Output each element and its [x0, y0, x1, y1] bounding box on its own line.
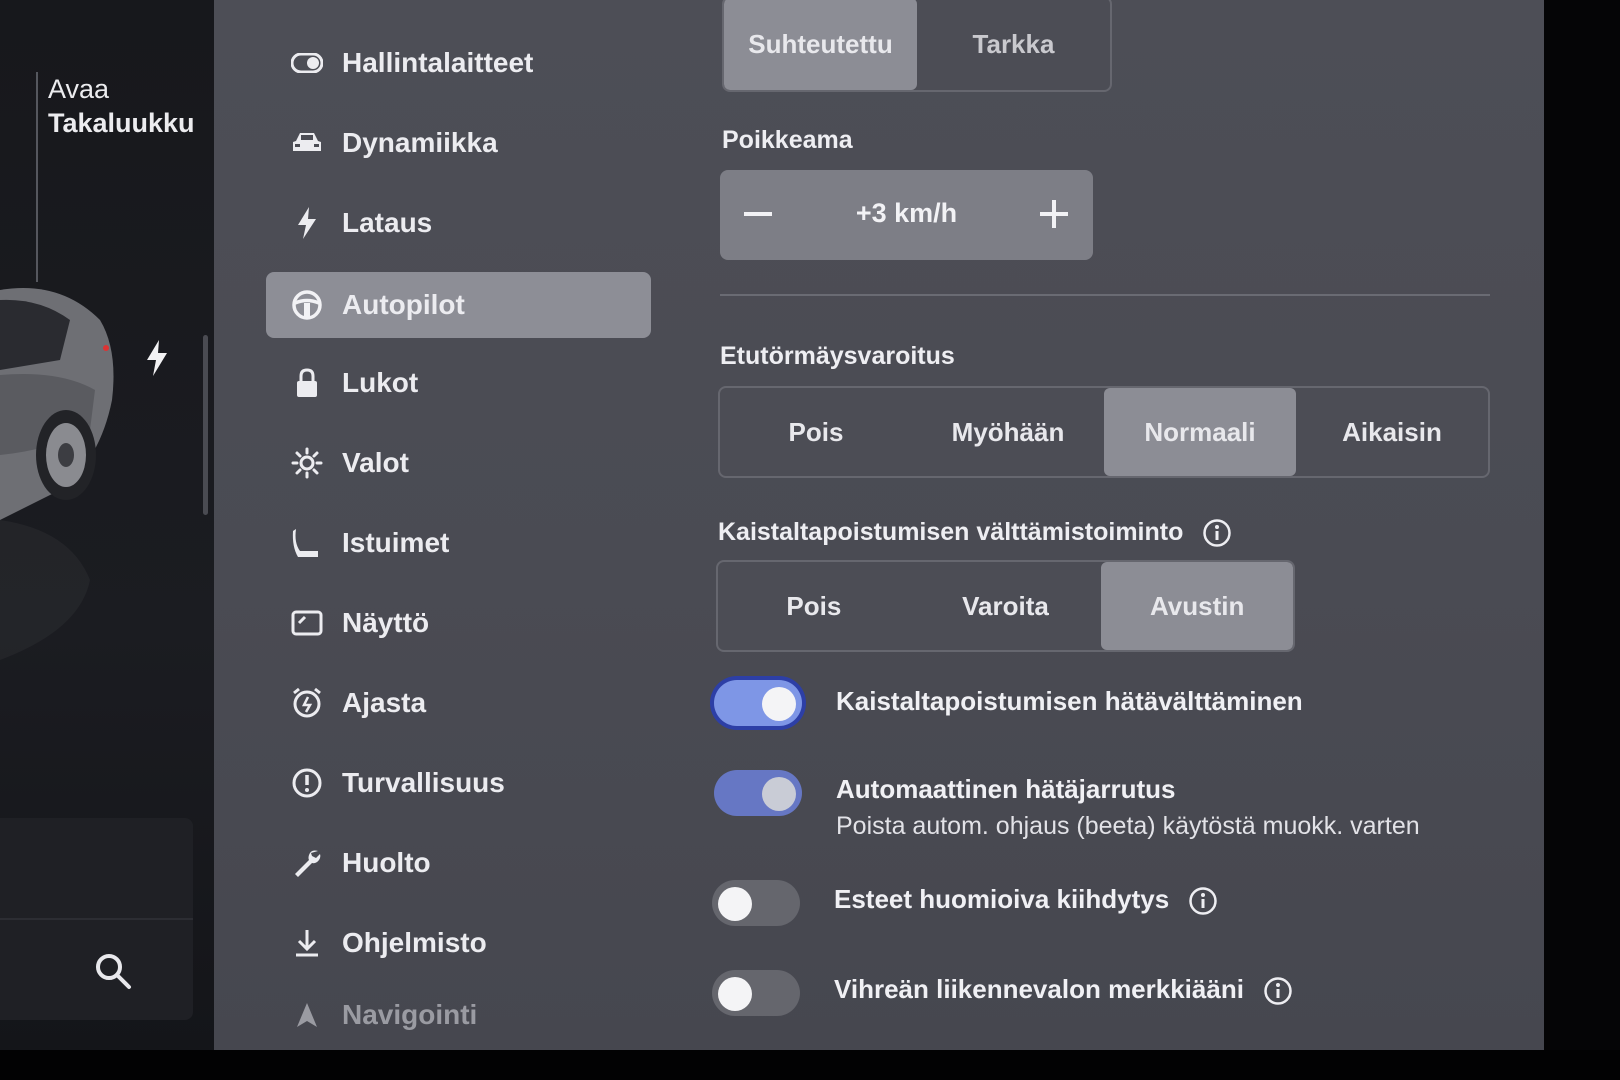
open-trunk-button[interactable]: Avaa Takaluukku: [48, 72, 195, 140]
menu-item-label: Lukot: [342, 367, 419, 398]
alarm-clock-icon: [290, 686, 324, 720]
forward-collision-selector: Pois Myöhään Normaali Aikaisin: [718, 386, 1490, 478]
menu-item-naytto[interactable]: Näyttö: [266, 590, 651, 656]
menu-item-ohjelmisto[interactable]: Ohjelmisto: [266, 910, 651, 976]
lane-departure-title: Kaistaltapoistumisen välttämistoiminto: [718, 518, 1184, 546]
menu-item-label: Valot: [342, 447, 409, 478]
offset-stepper: +3 km/h: [720, 170, 1093, 260]
toggle-knob: [718, 887, 752, 921]
alert-circle-icon: [290, 766, 324, 800]
navigation-arrow-icon: [290, 998, 324, 1032]
menu-item-label: Ajasta: [342, 687, 427, 718]
menu-item-label: Huolto: [342, 847, 431, 878]
automatic-emergency-braking-label: Automaattinen hätäjarrutus: [836, 774, 1176, 804]
steering-wheel-icon: [290, 288, 324, 322]
obstacle-aware-acceleration-toggle[interactable]: [712, 880, 800, 926]
forward-collision-title: Etutörmäysvaroitus: [720, 342, 955, 370]
charging-bolt-icon: [147, 340, 167, 376]
obstacle-aware-acceleration-row: Esteet huomioiva kiihdytys: [834, 884, 1218, 916]
fcw-option-off[interactable]: Pois: [720, 388, 912, 476]
green-light-chime-row: Vihreän liikennevalon merkkiääni: [834, 974, 1293, 1006]
menu-item-turvallisuus[interactable]: Turvallisuus: [266, 750, 651, 816]
car-icon: [290, 126, 324, 160]
panel-scrollbar: [203, 335, 208, 515]
emergency-lane-departure-toggle[interactable]: [714, 680, 802, 726]
menu-item-label: Navigointi: [342, 999, 478, 1030]
menu-item-valot[interactable]: Valot: [266, 430, 651, 496]
green-light-chime-toggle[interactable]: [712, 970, 800, 1016]
menu-item-label: Dynamiikka: [342, 127, 498, 158]
lane-departure-selector: Pois Varoita Avustin: [716, 560, 1295, 652]
obstacle-aware-acceleration-label: Esteet huomioiva kiihdytys: [834, 884, 1170, 914]
search-icon[interactable]: [94, 952, 132, 990]
fcw-option-late[interactable]: Myöhään: [912, 388, 1104, 476]
trunk-pointer-line: [36, 72, 38, 282]
speed-limit-mode-selector: Suhteutettu Tarkka: [722, 0, 1112, 92]
info-icon[interactable]: [1202, 518, 1232, 548]
toggle-icon: [290, 46, 324, 80]
download-icon: [290, 926, 324, 960]
seat-icon: [290, 526, 324, 560]
automatic-emergency-braking-note: Poista autom. ohjaus (beeta) käytöstä mu…: [836, 812, 1420, 840]
automatic-emergency-braking-toggle[interactable]: [714, 770, 802, 816]
toggle-knob: [718, 977, 752, 1011]
menu-item-label: Hallintalaitteet: [342, 47, 534, 78]
lock-icon: [290, 366, 324, 400]
wrench-icon: [290, 846, 324, 880]
toggle-knob: [762, 687, 796, 721]
menu-item-lukot[interactable]: Lukot: [266, 350, 651, 416]
menu-item-label: Lataus: [342, 207, 433, 238]
emergency-lane-departure-label: Kaistaltapoistumisen hätävälttäminen: [836, 686, 1303, 716]
lda-option-off[interactable]: Pois: [718, 562, 910, 650]
lda-option-assist[interactable]: Avustin: [1101, 562, 1293, 650]
menu-item-dynamiikka[interactable]: Dynamiikka: [266, 110, 651, 176]
menu-item-lataus[interactable]: Lataus: [266, 190, 651, 256]
menu-item-label: Ohjelmisto: [342, 927, 487, 958]
open-trunk-label-line1: Avaa: [48, 74, 110, 104]
green-light-chime-label: Vihreän liikennevalon merkkiääni: [834, 974, 1244, 1004]
increase-offset-button[interactable]: [1036, 196, 1072, 232]
car-image: [0, 288, 114, 660]
fcw-option-early[interactable]: Aikaisin: [1296, 388, 1488, 476]
lane-departure-title-row: Kaistaltapoistumisen välttämistoiminto: [718, 518, 1232, 548]
menu-item-label: Turvallisuus: [342, 767, 505, 798]
bolt-icon: [290, 206, 324, 240]
lda-option-warn[interactable]: Varoita: [910, 562, 1102, 650]
menu-item-autopilot[interactable]: Autopilot: [266, 272, 651, 338]
search-card-divider: [0, 918, 193, 920]
screen-bezel-bottom: [0, 1050, 1620, 1080]
section-divider: [720, 294, 1490, 296]
fcw-option-normal[interactable]: Normaali: [1104, 388, 1296, 476]
menu-item-label: Autopilot: [342, 289, 465, 320]
menu-item-ajasta[interactable]: Ajasta: [266, 670, 651, 736]
menu-item-istuimet[interactable]: Istuimet: [266, 510, 651, 576]
speed-mode-option-exact[interactable]: Tarkka: [917, 0, 1110, 90]
info-icon[interactable]: [1263, 976, 1293, 1006]
speed-mode-option-relative[interactable]: Suhteutettu: [724, 0, 917, 90]
open-trunk-label-line2: Takaluukku: [48, 108, 195, 138]
sun-icon: [290, 446, 324, 480]
display-icon: [290, 606, 324, 640]
menu-item-huolto[interactable]: Huolto: [266, 830, 651, 896]
menu-item-hallintalaitteet[interactable]: Hallintalaitteet: [266, 30, 651, 96]
info-icon[interactable]: [1188, 886, 1218, 916]
offset-title: Poikkeama: [722, 126, 853, 154]
menu-item-label: Näyttö: [342, 607, 430, 638]
menu-item-label: Istuimet: [342, 527, 450, 558]
toggle-knob: [762, 777, 796, 811]
menu-item-navigointi[interactable]: Navigointi: [266, 990, 651, 1040]
